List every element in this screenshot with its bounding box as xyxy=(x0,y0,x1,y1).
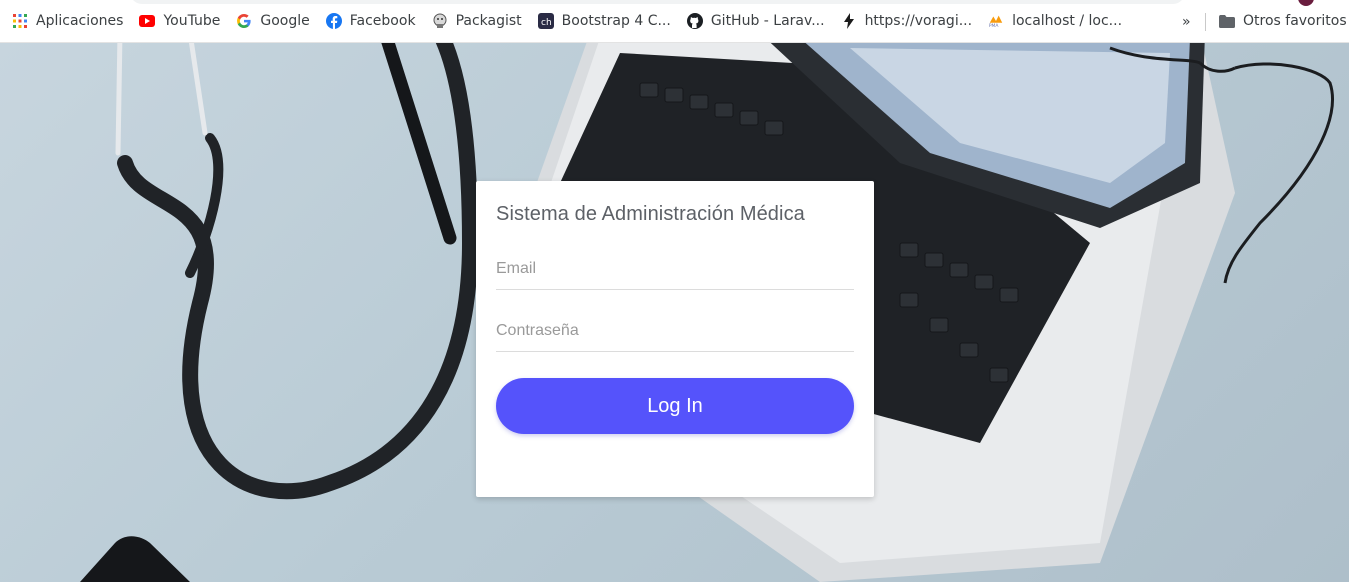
bookmark-packagist[interactable]: Packagist xyxy=(426,7,528,35)
bookmark-label: YouTube xyxy=(163,13,221,29)
bookmark-label: Aplicaciones xyxy=(36,13,124,29)
bookmarks-separator xyxy=(1205,13,1206,31)
bookmark-label: Google xyxy=(260,13,310,29)
more-bookmarks-button[interactable]: » xyxy=(1182,14,1191,30)
bookmark-aplicaciones[interactable]: Aplicaciones xyxy=(6,7,129,35)
bootstrap-icon: ch xyxy=(537,13,554,29)
svg-text:ch: ch xyxy=(541,18,552,28)
facebook-icon xyxy=(325,13,342,29)
bookmark-label: localhost / loc... xyxy=(1012,13,1123,29)
profile-avatar[interactable] xyxy=(1298,0,1314,6)
apps-grid-icon xyxy=(12,13,28,29)
bookmark-label: Bootstrap 4 C... xyxy=(561,13,671,29)
phpmyadmin-icon: PMA xyxy=(988,13,1004,29)
bookmark-label: Facebook xyxy=(349,13,416,29)
password-field-wrapper xyxy=(496,312,854,352)
folder-icon xyxy=(1219,13,1235,29)
bookmark-label: https://voragi... xyxy=(864,13,973,29)
bookmark-github[interactable]: GitHub - Larav... xyxy=(681,7,831,35)
bookmark-label: Packagist xyxy=(455,13,522,29)
email-input[interactable] xyxy=(496,250,854,288)
email-field-wrapper xyxy=(496,250,854,290)
bookmark-facebook[interactable]: Facebook xyxy=(320,7,422,35)
github-icon xyxy=(686,13,703,29)
youtube-icon xyxy=(139,13,156,29)
address-bar-edge xyxy=(130,0,1185,4)
phone-illustration xyxy=(80,536,190,582)
bookmark-voragine[interactable]: https://voragi... xyxy=(835,7,979,35)
bookmark-localhost[interactable]: PMA localhost / loc... xyxy=(982,7,1128,35)
pen-illustration xyxy=(381,43,457,245)
bookmark-bootstrap[interactable]: ch Bootstrap 4 C... xyxy=(532,7,677,35)
bookmark-google[interactable]: Google xyxy=(230,7,315,35)
login-card: Sistema de Administración Médica Log In xyxy=(476,181,874,497)
packagist-icon xyxy=(432,13,448,29)
bookmark-label: GitHub - Larav... xyxy=(710,13,825,29)
login-title: Sistema de Administración Médica xyxy=(496,203,805,225)
bookmark-label: Otros favoritos xyxy=(1243,13,1347,29)
stethoscope-illustration xyxy=(115,43,479,500)
google-icon xyxy=(236,13,252,29)
password-input[interactable] xyxy=(496,312,854,350)
other-favorites-folder[interactable]: Otros favoritos xyxy=(1213,7,1349,35)
svg-text:PMA: PMA xyxy=(989,23,999,29)
bookmark-youtube[interactable]: YouTube xyxy=(133,7,226,35)
bolt-icon xyxy=(841,13,857,29)
bookmarks-bar: Aplicaciones YouTube Google Facebook Pac… xyxy=(0,0,1349,43)
login-button[interactable]: Log In xyxy=(496,378,854,434)
